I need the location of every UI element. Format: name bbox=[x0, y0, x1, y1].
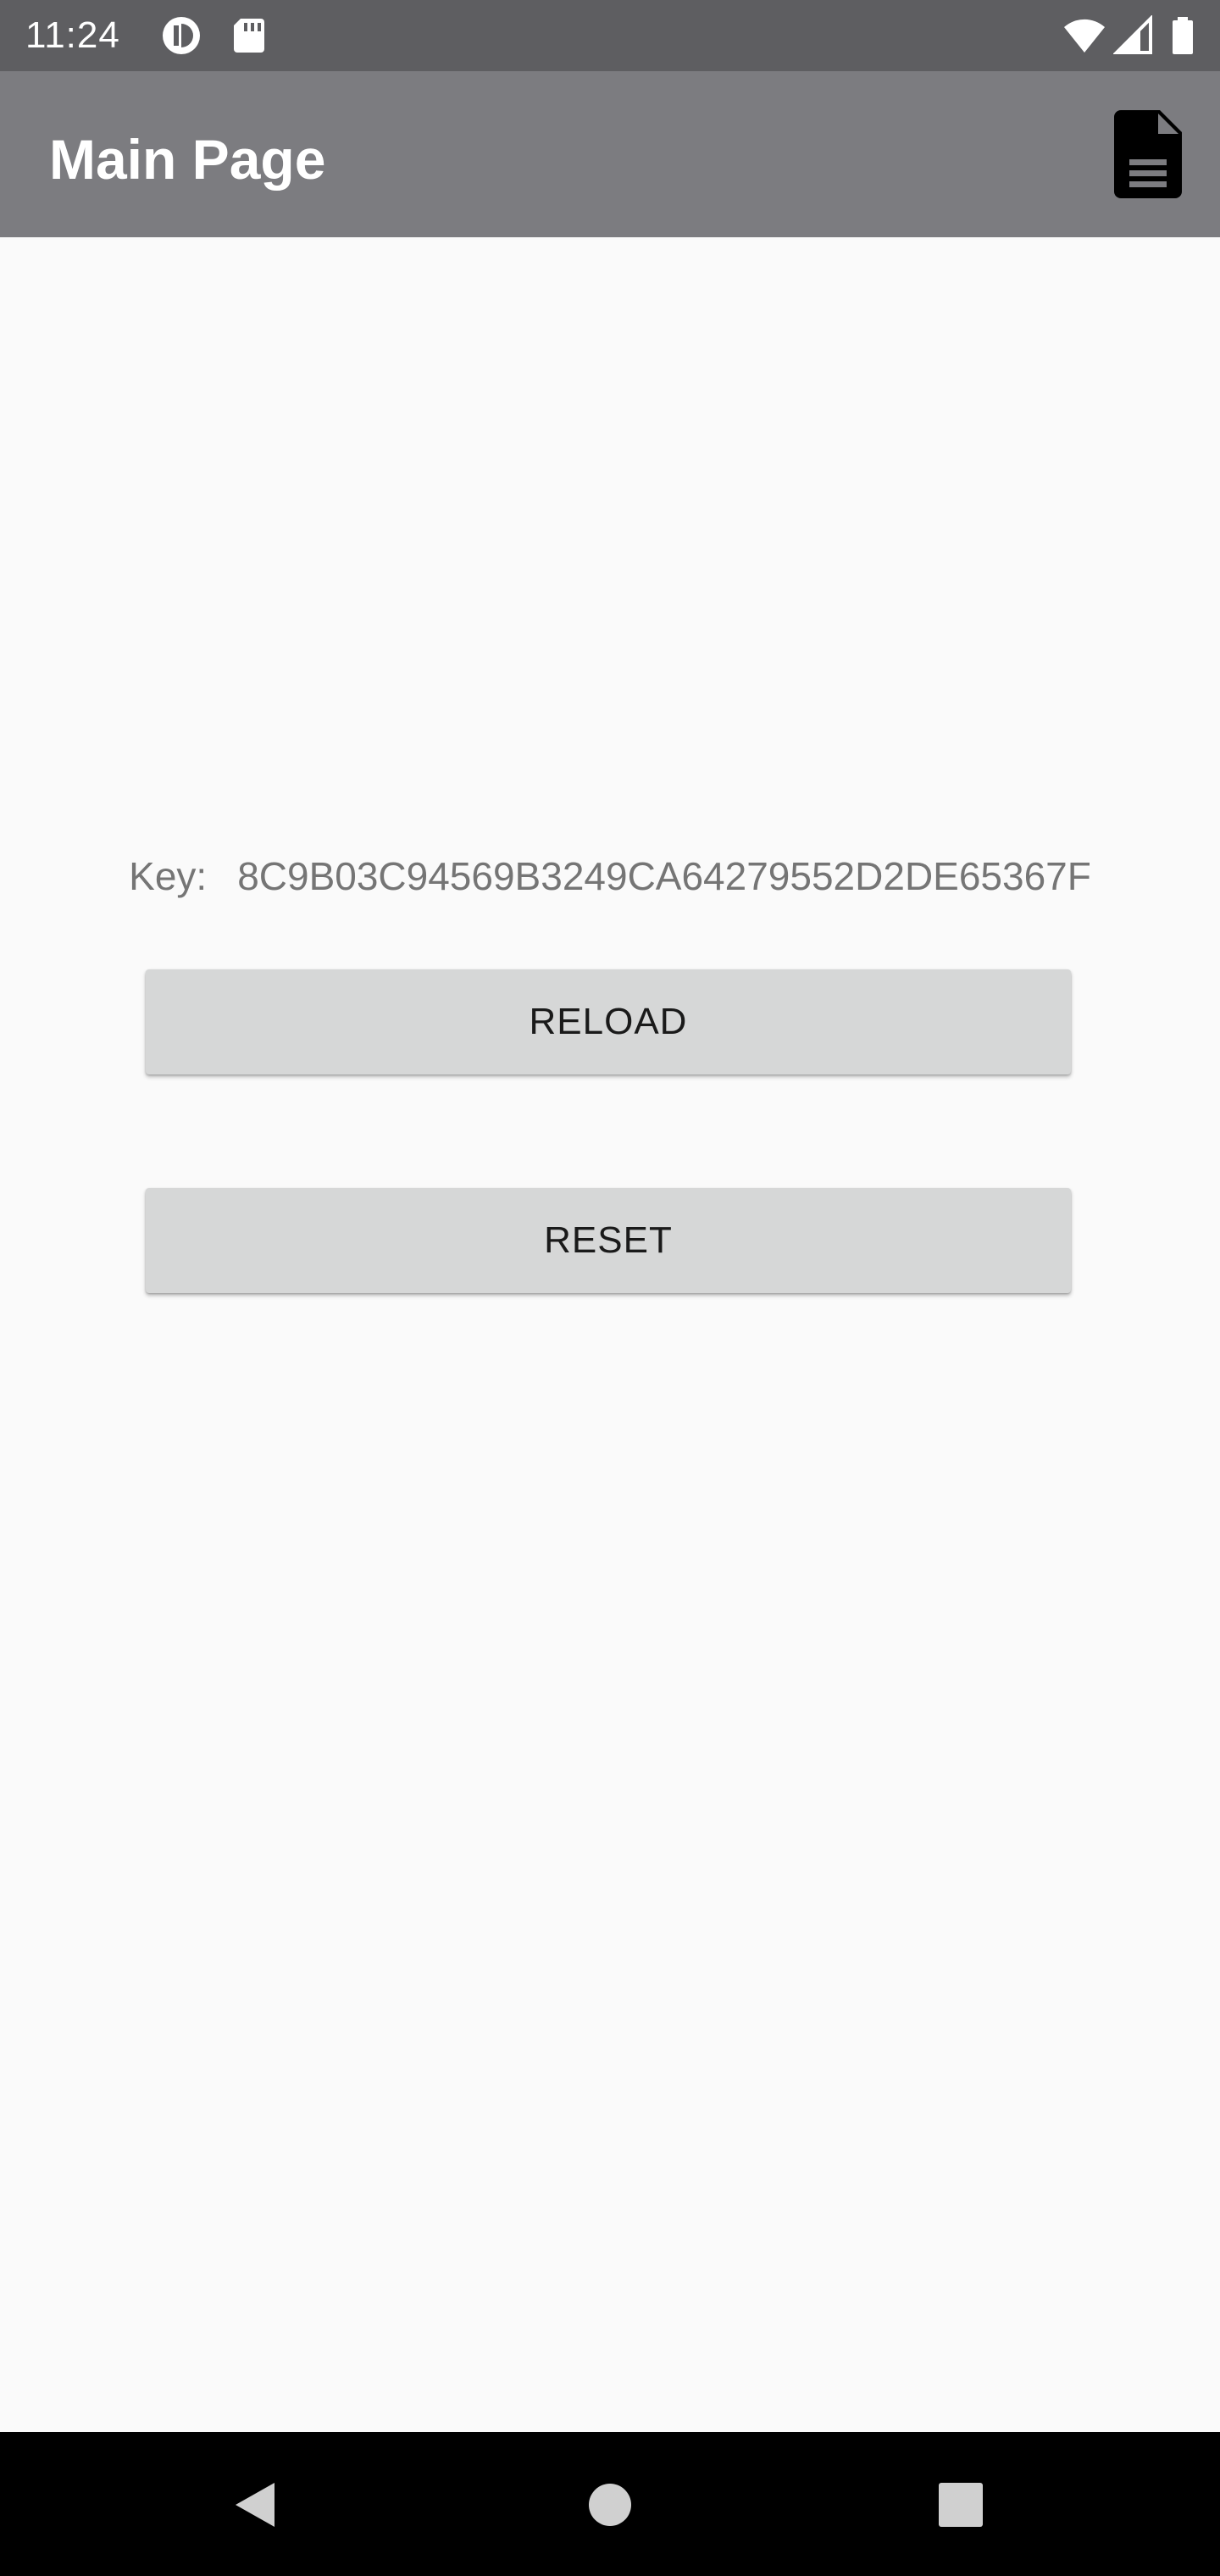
app-bar: Main Page bbox=[0, 71, 1220, 237]
main-content bbox=[0, 237, 1220, 2432]
wifi-icon bbox=[1062, 15, 1105, 56]
app-notification-icon bbox=[161, 15, 202, 56]
status-time: 11:24 bbox=[25, 14, 120, 56]
battery-icon bbox=[1169, 15, 1210, 56]
page-title: Main Page bbox=[49, 128, 326, 191]
document-button[interactable] bbox=[1101, 105, 1195, 207]
back-button[interactable] bbox=[203, 2456, 305, 2557]
key-row: Key: 8C9B03C94569B3249CA64279552D2DE65367… bbox=[0, 851, 1220, 902]
reload-button[interactable]: RELOAD bbox=[146, 969, 1071, 1074]
status-bar: 11:24 bbox=[0, 0, 1220, 71]
home-button[interactable] bbox=[559, 2456, 661, 2557]
reset-button[interactable]: RESET bbox=[146, 1188, 1071, 1293]
cell-signal-icon bbox=[1112, 14, 1154, 56]
back-icon bbox=[230, 2479, 278, 2534]
document-icon bbox=[1114, 109, 1182, 203]
recents-button[interactable] bbox=[910, 2456, 1012, 2557]
sd-card-icon bbox=[229, 15, 269, 56]
recents-icon bbox=[938, 2482, 984, 2532]
home-icon bbox=[588, 2483, 632, 2531]
key-label: Key: bbox=[129, 854, 208, 898]
navigation-bar bbox=[0, 2432, 1220, 2576]
key-value: 8C9B03C94569B3249CA64279552D2DE65367F bbox=[237, 854, 1091, 898]
